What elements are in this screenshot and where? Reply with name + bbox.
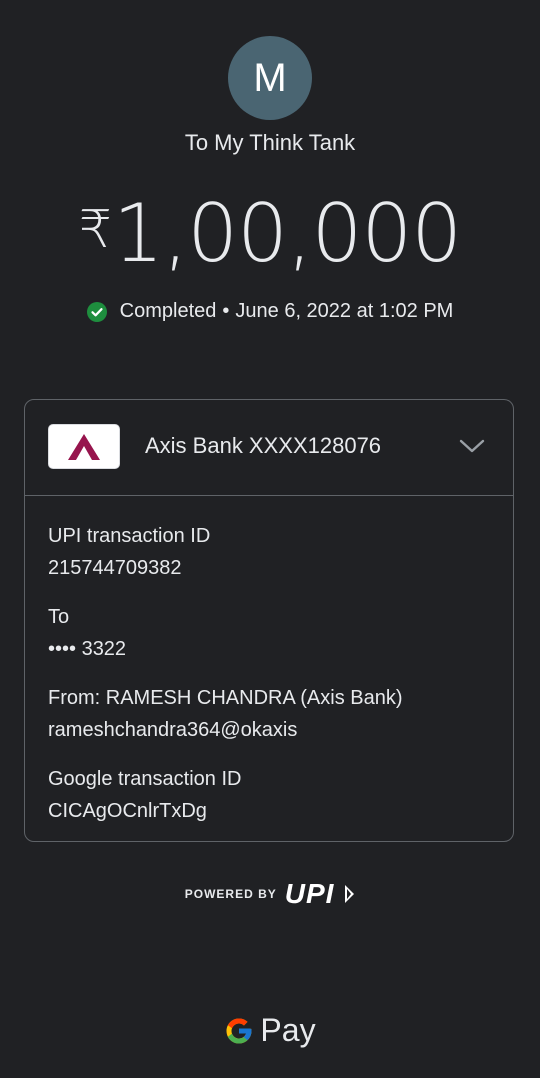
currency-symbol: ₹ bbox=[78, 200, 112, 260]
chevron-down-icon[interactable] bbox=[459, 436, 485, 456]
payment-status: Completed • June 6, 2022 at 1:02 PM bbox=[0, 300, 540, 323]
upi-logo: UPI bbox=[285, 878, 355, 910]
payee-title: To My Think Tank bbox=[184, 130, 356, 155]
detail-value[interactable]: rameshchandra364@okaxis bbox=[48, 714, 403, 746]
gpay-text: Pay bbox=[260, 1012, 316, 1048]
detail-value[interactable]: 215744709382 bbox=[48, 552, 403, 584]
detail-to: To •••• 3322 bbox=[48, 601, 403, 665]
status-text: Completed bbox=[119, 300, 217, 322]
detail-label: From: RAMESH CHANDRA (Axis Bank) bbox=[48, 687, 403, 709]
detail-value: •••• 3322 bbox=[48, 638, 127, 660]
payment-amount: ₹1,00,000 bbox=[0, 180, 540, 284]
transaction-details-card: Axis Bank XXXX128076 UPI transaction ID … bbox=[24, 399, 514, 842]
status-separator: • bbox=[222, 300, 230, 322]
status-datetime: June 6, 2022 at 1:02 PM bbox=[235, 300, 454, 322]
avatar-letter: M bbox=[253, 55, 287, 100]
detail-upi-transaction-id: UPI transaction ID 215744709382 bbox=[48, 520, 403, 584]
detail-label: Google transaction ID bbox=[48, 768, 242, 790]
detail-value[interactable]: CICAgOCnlrTxDg bbox=[48, 795, 403, 827]
detail-google-transaction-id: Google transaction ID CICAgOCnlrTxDg bbox=[48, 763, 403, 827]
amount-value: 1,00,000 bbox=[112, 187, 462, 280]
transaction-details-list: UPI transaction ID 215744709382 To •••• … bbox=[48, 520, 403, 844]
axis-bank-logo bbox=[48, 424, 120, 469]
payee-avatar: M bbox=[228, 36, 312, 120]
check-circle-icon bbox=[86, 301, 107, 322]
detail-label: To bbox=[48, 606, 70, 628]
powered-by-text: POWERED BY bbox=[184, 887, 277, 901]
bank-account-name: Axis Bank XXXX128076 bbox=[145, 433, 382, 458]
detail-label: UPI transaction ID bbox=[48, 525, 211, 547]
detail-from: From: RAMESH CHANDRA (Axis Bank) rameshc… bbox=[48, 682, 403, 746]
bank-account-row[interactable]: Axis Bank XXXX128076 bbox=[25, 400, 513, 496]
gpay-logo: Pay bbox=[0, 1012, 540, 1049]
google-g-icon bbox=[226, 1018, 252, 1043]
powered-by-upi: POWERED BY UPI bbox=[0, 878, 540, 910]
